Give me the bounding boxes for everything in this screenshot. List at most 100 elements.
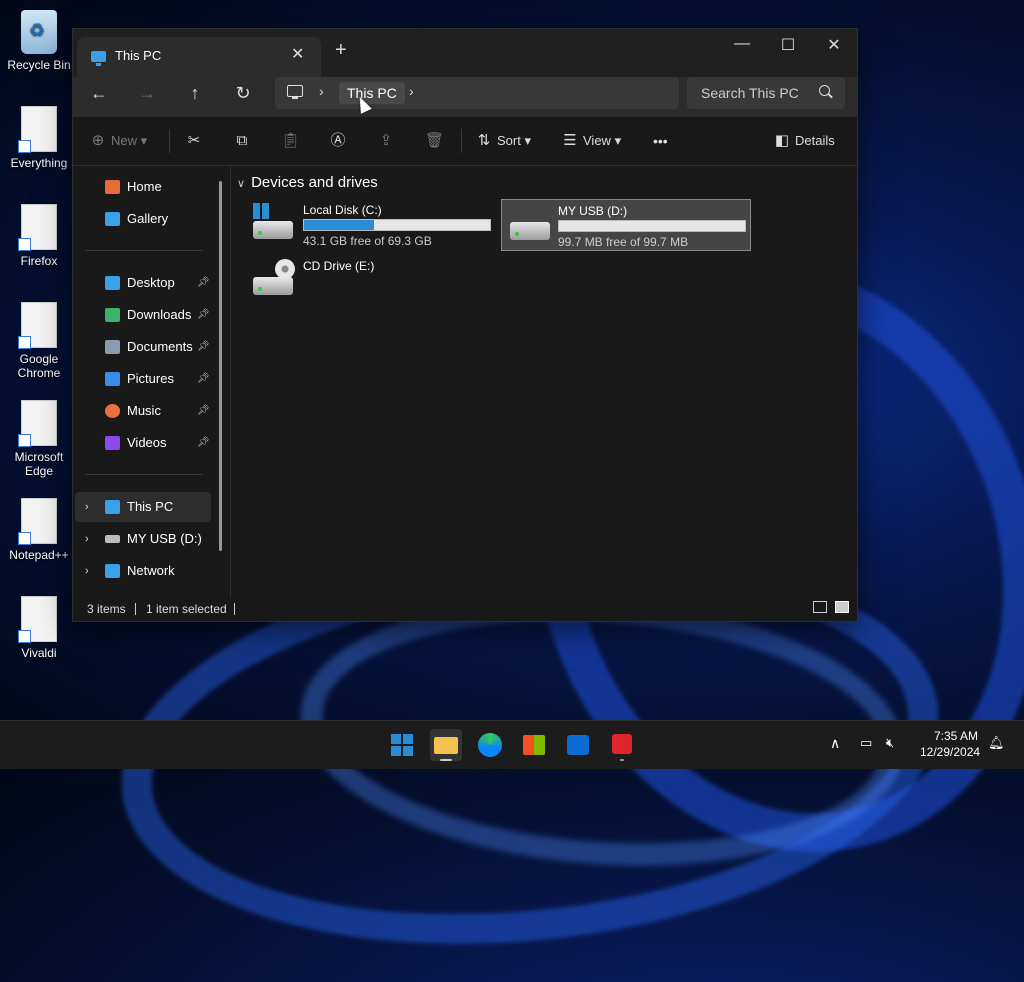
search-icon[interactable]: [819, 85, 830, 96]
sidebar-item-pictures[interactable]: Pictures 📌︎: [75, 364, 211, 394]
sidebar-item-this-pc[interactable]: › This PC: [75, 492, 211, 522]
desktop-icon-notepad-plus-plus[interactable]: Notepad++: [0, 498, 78, 562]
view-button[interactable]: ☰ View ▾: [561, 131, 621, 151]
desktop-folder-icon: [105, 276, 120, 290]
title-bar[interactable]: This PC ✕ + — ☐ ✕: [73, 29, 857, 77]
drive-my-usb-d[interactable]: MY USB (D:) 99.7 MB free of 99.7 MB: [501, 199, 751, 251]
sidebar-item-label: Videos: [127, 435, 167, 450]
edge-icon: [478, 733, 502, 757]
new-tab-button[interactable]: +: [335, 40, 347, 60]
maximize-button[interactable]: ☐: [765, 35, 811, 55]
taskbar-store[interactable]: [518, 729, 550, 761]
sidebar-item-network[interactable]: › Network: [75, 556, 211, 586]
pin-icon: 📌︎: [197, 309, 210, 320]
plus-circle-icon: ⊕: [91, 132, 105, 149]
desktop-icon-label: Recycle Bin: [7, 58, 71, 72]
chevron-right-icon[interactable]: ›: [409, 83, 414, 99]
view-label: View: [583, 133, 611, 148]
pin-icon: 📌︎: [197, 341, 210, 352]
gallery-icon: [105, 212, 120, 226]
sidebar-item-label: Pictures: [127, 371, 174, 386]
sidebar-scrollbar[interactable]: [219, 181, 222, 551]
sidebar-item-home[interactable]: Home: [75, 172, 211, 202]
documents-icon: [105, 340, 120, 354]
desktop-icon-vivaldi[interactable]: Vivaldi: [0, 596, 78, 660]
share-button[interactable]: ⇪: [377, 131, 399, 151]
network-tray-icon[interactable]: ▭: [860, 735, 872, 751]
sidebar-item-desktop[interactable]: Desktop 📌︎: [75, 268, 211, 298]
desktop-icon-everything[interactable]: Everything: [0, 106, 78, 170]
taskbar-clock-time[interactable]: 7:35 AM: [934, 729, 978, 743]
chevron-right-icon[interactable]: ›: [85, 492, 89, 522]
taskbar-outlook[interactable]: [562, 729, 594, 761]
desktop-icon-google-chrome[interactable]: Google Chrome: [0, 302, 78, 380]
sidebar-divider: [85, 474, 203, 475]
pin-icon: 📌︎: [197, 437, 210, 448]
paste-button[interactable]: 📋︎: [281, 131, 303, 151]
shortcut-icon: [18, 106, 57, 153]
notification-bell-icon[interactable]: 🔔︎: [988, 735, 1005, 751]
rename-button[interactable]: Ⓐ: [329, 131, 351, 151]
search-input[interactable]: [687, 77, 817, 109]
search-box[interactable]: [687, 77, 845, 109]
status-divider: [135, 603, 136, 615]
sidebar-item-label: MY USB (D:): [127, 531, 202, 546]
tray-overflow-chevron-icon[interactable]: ∧: [830, 735, 840, 752]
share-icon: ⇪: [379, 132, 393, 149]
taskbar-vivaldi[interactable]: [606, 729, 638, 761]
sidebar-item-downloads[interactable]: Downloads 📌︎: [75, 300, 211, 330]
details-button[interactable]: ◧ Details: [773, 131, 835, 151]
taskbar-edge[interactable]: [474, 729, 506, 761]
cut-button[interactable]: ✂: [185, 131, 207, 151]
drive-free-space: 99.7 MB free of 99.7 MB: [558, 235, 689, 249]
tab-this-pc[interactable]: This PC ✕: [77, 37, 321, 77]
address-bar[interactable]: › This PC ›: [275, 77, 679, 109]
copy-button[interactable]: ⧉: [233, 131, 255, 151]
drive-cd-e[interactable]: CD Drive (E:): [245, 255, 499, 305]
desktop-icon-firefox[interactable]: Firefox: [0, 204, 78, 268]
pin-icon: 📌︎: [197, 405, 210, 416]
sidebar-item-videos[interactable]: Videos 📌︎: [75, 428, 211, 458]
section-header-devices[interactable]: ∨ Devices and drives: [237, 174, 378, 191]
drive-name: CD Drive (E:): [303, 259, 375, 273]
shortcut-icon: [18, 302, 57, 349]
sidebar-divider: [85, 250, 203, 251]
minimize-button[interactable]: —: [719, 35, 765, 53]
up-button[interactable]: ↑: [181, 83, 209, 104]
sidebar-item-music[interactable]: Music 📌︎: [75, 396, 211, 426]
sort-button[interactable]: ⇅ Sort ▾: [475, 131, 531, 151]
forward-button[interactable]: →: [133, 83, 161, 104]
more-options-button[interactable]: •••: [653, 131, 668, 151]
desktop-icon-label: Everything: [10, 156, 68, 170]
close-button[interactable]: ✕: [811, 35, 857, 55]
drive-local-disk-c[interactable]: Local Disk (C:) 43.1 GB free of 69.3 GB: [245, 199, 499, 249]
sidebar-item-gallery[interactable]: Gallery: [75, 204, 211, 234]
videos-icon: [105, 436, 120, 450]
delete-button[interactable]: 🗑︎: [425, 131, 447, 151]
start-button[interactable]: [386, 729, 418, 761]
tab-close-icon[interactable]: ✕: [291, 44, 304, 64]
desktop-icon-recycle-bin[interactable]: Recycle Bin: [0, 10, 78, 72]
chevron-right-icon[interactable]: ›: [85, 556, 89, 586]
sidebar-item-my-usb[interactable]: › MY USB (D:): [75, 524, 211, 554]
drive-free-space: 43.1 GB free of 69.3 GB: [303, 234, 432, 248]
usb-drive-icon: [105, 535, 120, 543]
taskbar-clock-date[interactable]: 12/29/2024: [920, 745, 980, 759]
breadcrumb-this-pc[interactable]: This PC: [339, 82, 405, 104]
back-button[interactable]: ←: [85, 83, 113, 104]
tiles-view-icon[interactable]: [835, 601, 849, 613]
sort-icon: ⇅: [477, 132, 491, 149]
desktop-icon-microsoft-edge[interactable]: Microsoft Edge: [0, 400, 78, 478]
cd-drive-icon: [253, 277, 293, 295]
volume-muted-icon[interactable]: 🔇︎: [886, 735, 894, 751]
chevron-right-icon[interactable]: ›: [85, 524, 89, 554]
toolbar-divider: [461, 129, 462, 153]
refresh-button[interactable]: ↻: [229, 83, 257, 104]
new-button[interactable]: ⊕ New ▾: [89, 131, 147, 151]
sidebar-item-documents[interactable]: Documents 📌︎: [75, 332, 211, 362]
details-view-icon[interactable]: [813, 601, 827, 613]
pane-divider[interactable]: [230, 166, 231, 598]
taskbar-file-explorer[interactable]: [430, 729, 462, 761]
desktop-icon-label: Microsoft Edge: [14, 450, 64, 478]
desktop-icon-label: Firefox: [20, 254, 58, 268]
